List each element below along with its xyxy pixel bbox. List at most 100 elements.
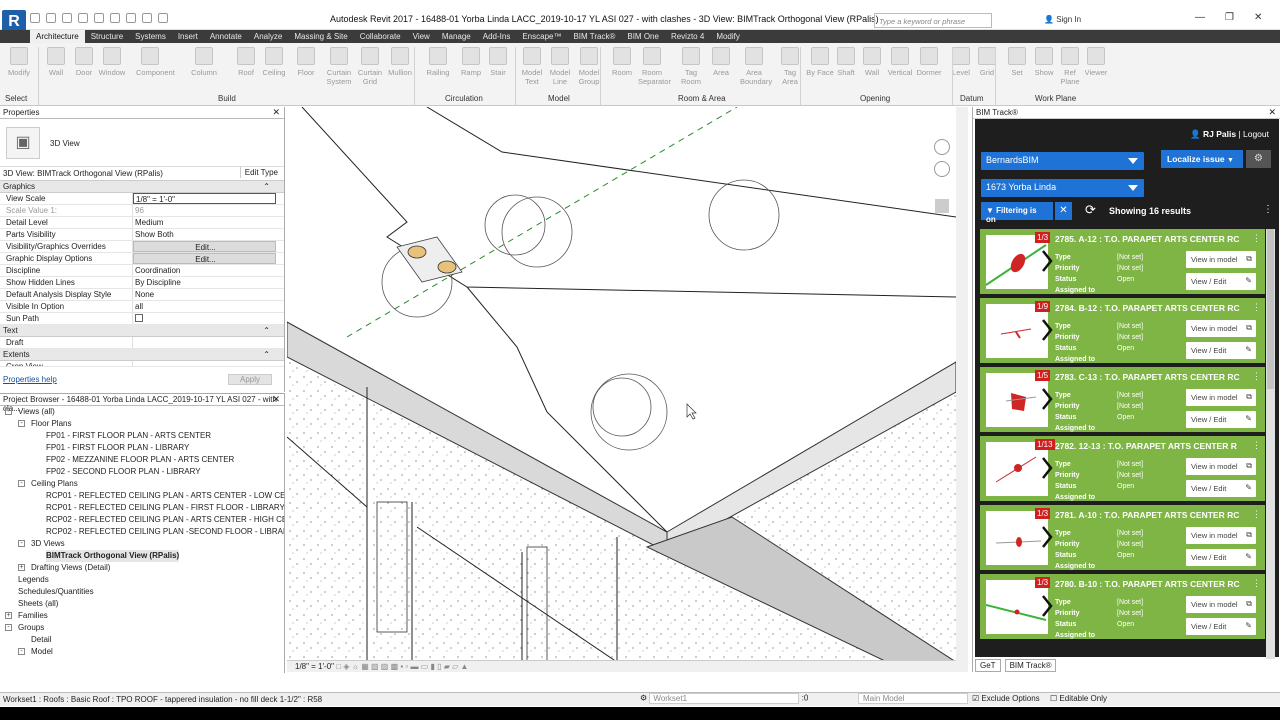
close-icon[interactable]: ✕ xyxy=(1254,12,1262,23)
property-value[interactable] xyxy=(133,313,284,324)
property-row[interactable]: Detail Level Medium xyxy=(0,217,284,229)
ribbon-viewer-button[interactable]: Viewer xyxy=(1082,47,1110,77)
ribbon-shaft-button[interactable]: Shaft xyxy=(832,47,860,77)
ribbon-railing-button[interactable]: Railing xyxy=(424,47,452,77)
browser-tree-item[interactable]: Sheets (all) xyxy=(0,598,284,610)
gear-icon[interactable]: ⚙ xyxy=(1246,150,1271,168)
ribbon-wall-button[interactable]: Wall xyxy=(42,47,70,77)
view-control-bar[interactable]: 1/8" = 1'-0" □ ◈ ☼ ▦ ▧ ▨ ▩ ▪ ▫ ▬ ▭ ▮ ▯ ▰… xyxy=(287,660,956,672)
issue-menu-icon[interactable]: ⋮ xyxy=(1252,440,1261,451)
tab-view[interactable]: View xyxy=(407,30,436,43)
issue-thumbnail[interactable] xyxy=(986,511,1048,565)
browser-tree-item[interactable]: + Families xyxy=(0,610,284,622)
design-option-dropdown[interactable]: Main Model xyxy=(858,693,968,704)
issue-title[interactable]: 2783. C-13 : T.O. PARAPET ARTS CENTER RC xyxy=(1055,372,1251,382)
ribbon-room-separator-button[interactable]: Room Separator xyxy=(638,47,671,86)
instance-selector[interactable]: 3D View: BIMTrack Orthogonal View (RPali… xyxy=(0,167,284,181)
issue-title[interactable]: 2784. B-12 : T.O. PARAPET ARTS CENTER RC xyxy=(1055,303,1251,313)
close-icon[interactable]: ✕ xyxy=(272,394,280,405)
tab-revizto-4[interactable]: Revizto 4 xyxy=(665,30,710,43)
tab-analyze[interactable]: Analyze xyxy=(248,30,288,43)
browser-tree-item[interactable]: - Floor Plans xyxy=(0,418,284,430)
refresh-icon[interactable]: ⟳ xyxy=(1085,202,1096,218)
property-value[interactable]: By Discipline xyxy=(133,277,284,288)
next-snapshot-icon[interactable] xyxy=(1040,525,1054,549)
property-value[interactable]: Show Both xyxy=(133,229,284,240)
expand-toggle-icon[interactable]: + xyxy=(5,612,12,619)
tab-bim-one[interactable]: BIM One xyxy=(621,30,665,43)
ribbon-model-text-button[interactable]: Model Text xyxy=(518,47,546,86)
ribbon-dormer-button[interactable]: Dormer xyxy=(915,47,943,77)
tab-collaborate[interactable]: Collaborate xyxy=(354,30,407,43)
issue-card[interactable]: 1/3 2781. A-10 : T.O. PARAPET ARTS CENTER… xyxy=(980,505,1265,570)
ribbon-vertical-button[interactable]: Vertical xyxy=(886,47,914,77)
close-icon[interactable]: ✕ xyxy=(272,107,280,118)
tab-enscape-[interactable]: Enscape™ xyxy=(516,30,567,43)
project-dropdown[interactable]: 1673 Yorba Linda xyxy=(981,179,1144,197)
issue-title[interactable]: 2782. 12-13 : T.O. PARAPET ARTS CENTER R xyxy=(1055,441,1251,451)
ribbon-mullion-button[interactable]: Mullion xyxy=(386,47,414,77)
tab-architecture[interactable]: Architecture xyxy=(30,30,85,43)
view-control-icons[interactable]: □ ◈ ☼ ▦ ▧ ▨ ▩ ▪ ▫ ▬ ▭ ▮ ▯ ▰ ▱ ▲ xyxy=(336,662,468,671)
close-icon[interactable]: ✕ xyxy=(1268,107,1276,118)
property-row[interactable]: Graphic Display Options Edit... xyxy=(0,253,284,265)
view-in-model-button[interactable]: View in model ⧉ xyxy=(1186,320,1256,337)
issue-thumbnail[interactable] xyxy=(985,235,1048,289)
ribbon-area-button[interactable]: Area xyxy=(707,47,735,77)
panel-tab[interactable]: GeT xyxy=(975,659,1001,672)
property-value[interactable]: all xyxy=(133,301,284,312)
clear-filter-icon[interactable]: ✕ xyxy=(1055,202,1072,220)
issue-title[interactable]: 2785. A-12 : T.O. PARAPET ARTS CENTER RC xyxy=(1055,234,1251,244)
ribbon-by-face-button[interactable]: By Face xyxy=(806,47,834,77)
ribbon-show-button[interactable]: Show xyxy=(1030,47,1058,77)
quick-access-toolbar[interactable] xyxy=(30,13,168,27)
ribbon-model-line-button[interactable]: Model Line xyxy=(546,47,574,86)
ribbon-stair-button[interactable]: Stair xyxy=(484,47,512,77)
browser-tree-item[interactable]: -3D Views xyxy=(0,538,284,550)
issue-thumbnail[interactable] xyxy=(986,304,1048,358)
property-row[interactable]: Discipline Coordination xyxy=(0,265,284,277)
ribbon-grid-button[interactable]: Grid xyxy=(973,47,1001,77)
ribbon-ramp-button[interactable]: Ramp xyxy=(457,47,485,77)
browser-tree-item[interactable]: - Groups xyxy=(0,622,284,634)
view-in-model-button[interactable]: View in model ⧉ xyxy=(1186,527,1256,544)
collapse-toggle-icon[interactable]: - xyxy=(5,624,12,631)
navigation-bar[interactable] xyxy=(932,137,952,237)
tab-bim-track-[interactable]: BIM Track® xyxy=(567,30,621,43)
next-snapshot-icon[interactable] xyxy=(1040,387,1054,411)
issue-menu-icon[interactable]: ⋮ xyxy=(1252,302,1261,313)
issue-card[interactable]: 1/3 2780. B-10 : T.O. PARAPET ARTS CENTER… xyxy=(980,574,1265,639)
viewport-scrollbar[interactable] xyxy=(956,107,968,672)
ribbon-roof-button[interactable]: Roof xyxy=(232,47,260,77)
browser-tree-item[interactable]: BIMTrack Orthogonal View (RPalis) xyxy=(0,550,284,562)
category-text[interactable]: Text ⌃ xyxy=(0,325,284,337)
issue-menu-icon[interactable]: ⋮ xyxy=(1252,233,1261,244)
browser-tree-item[interactable]: - Views (all) xyxy=(0,406,284,418)
filter-button[interactable]: ▼ Filtering is on xyxy=(981,202,1053,224)
view-edit-button[interactable]: View / Edit ✎ xyxy=(1186,342,1256,359)
next-snapshot-icon[interactable] xyxy=(1040,594,1054,618)
edit-button[interactable]: Edit... xyxy=(133,253,276,264)
collapse-icon[interactable]: ⌃ xyxy=(263,349,270,361)
issue-card[interactable]: 1/9 2784. B-12 : T.O. PARAPET ARTS CENTER… xyxy=(980,298,1265,363)
issue-card[interactable]: 1/5 2783. C-13 : T.O. PARAPET ARTS CENTER… xyxy=(980,367,1265,432)
ribbon-floor-button[interactable]: Floor xyxy=(292,47,320,77)
steering-wheel-icon[interactable] xyxy=(934,139,950,155)
property-row[interactable]: Visibility/Graphics Overrides Edit... xyxy=(0,241,284,253)
browser-tree-item[interactable]: - Ceiling Plans xyxy=(0,478,284,490)
property-row-crop[interactable]: Crop View xyxy=(0,361,284,367)
window-controls[interactable]: — ❐ ✕ xyxy=(1195,12,1262,23)
tab-add-ins[interactable]: Add-Ins xyxy=(477,30,517,43)
collapse-icon[interactable]: ⌃ xyxy=(263,325,270,337)
property-row[interactable]: Sun Path xyxy=(0,313,284,325)
view-in-model-button[interactable]: View in model ⧉ xyxy=(1186,596,1256,613)
issue-title[interactable]: 2780. B-10 : T.O. PARAPET ARTS CENTER RC xyxy=(1055,579,1251,589)
property-row[interactable]: Scale Value 1: 96 xyxy=(0,205,284,217)
edit-type-button[interactable]: Edit Type xyxy=(239,167,282,178)
view-edit-button[interactable]: View / Edit ✎ xyxy=(1186,549,1256,566)
issue-thumbnail[interactable] xyxy=(985,580,1048,634)
browser-tree-item[interactable]: FP01 - FIRST FLOOR PLAN - ARTS CENTER xyxy=(0,430,284,442)
ribbon-door-button[interactable]: Door xyxy=(70,47,98,77)
tab-systems[interactable]: Systems xyxy=(129,30,172,43)
issue-menu-icon[interactable]: ⋮ xyxy=(1252,578,1261,589)
